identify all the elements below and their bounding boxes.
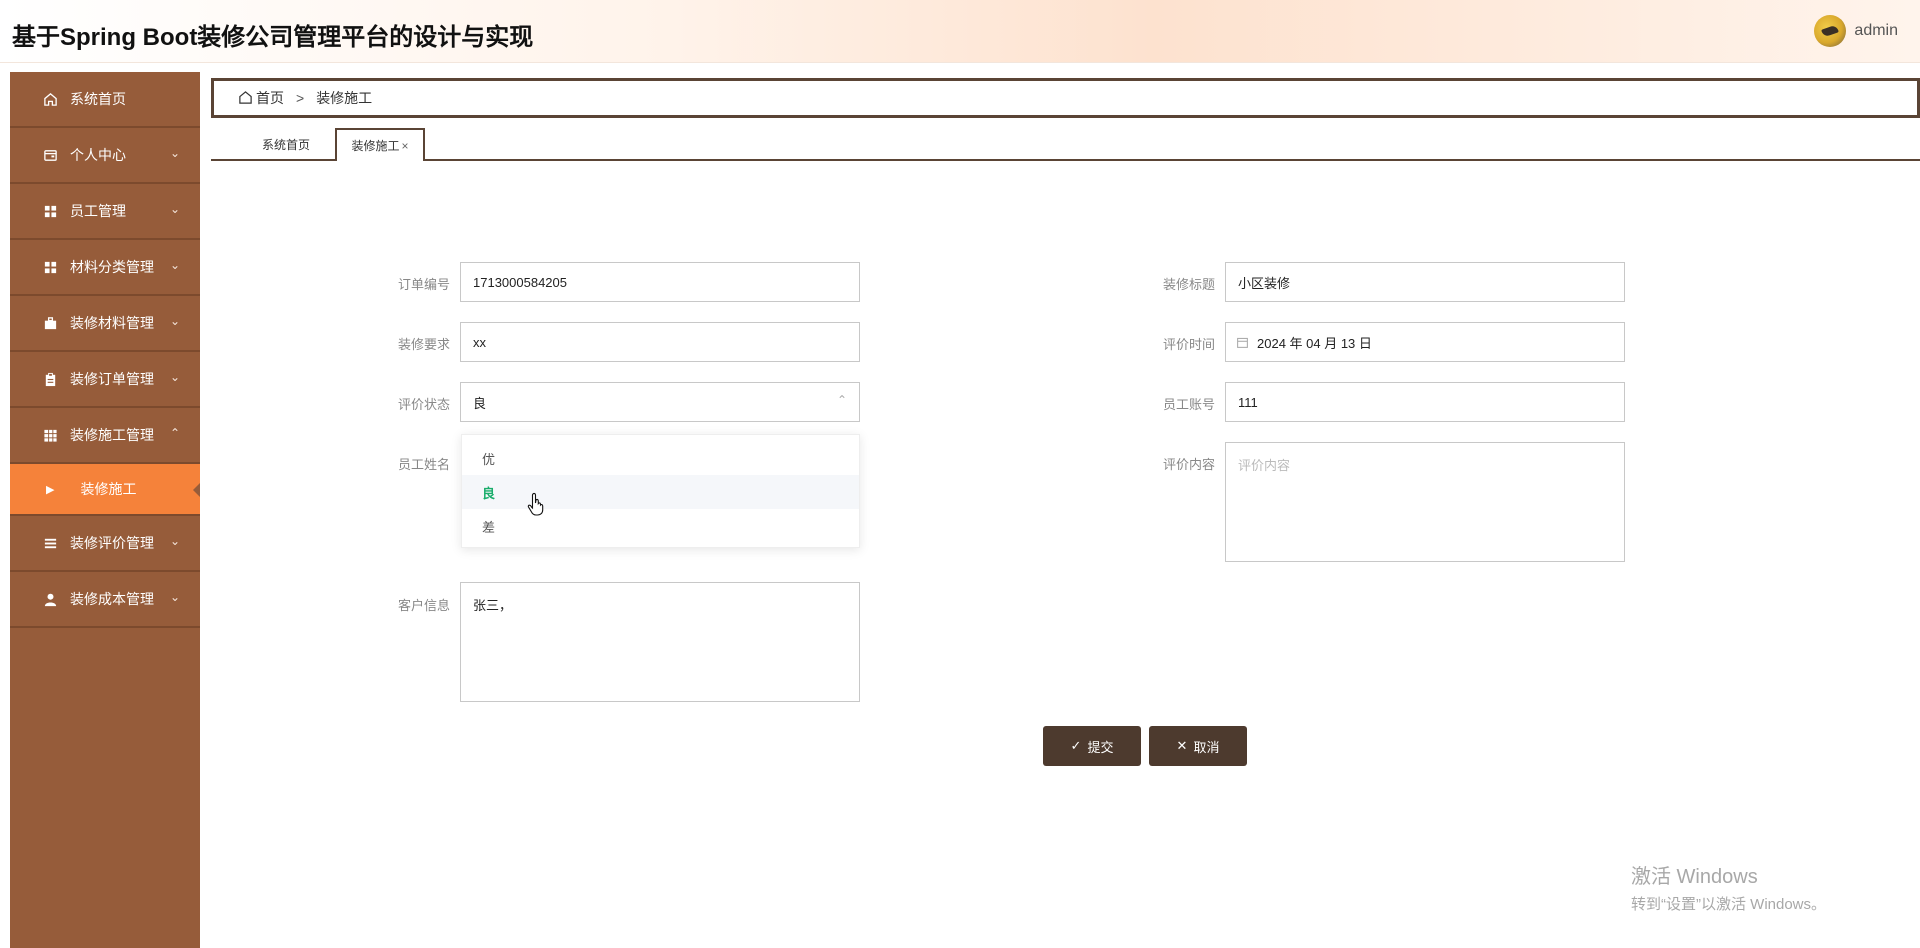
chevron-down-icon: ⌄ <box>169 314 180 328</box>
chevron-down-icon: ⌄ <box>169 534 180 548</box>
sidebar-item-label: 材料分类管理 <box>70 259 154 275</box>
eval-content-textarea[interactable] <box>1225 442 1625 562</box>
chevron-down-icon: ⌄ <box>169 258 180 272</box>
chevron-down-icon: ⌄ <box>169 370 180 384</box>
sidebar: 系统首页 个人中心 ⌄ 员工管理 ⌄ 材料分类管理 ⌄ 装修材料管理 ⌄ 装修订… <box>10 72 200 948</box>
requirement-label: 装修要求 <box>397 337 450 352</box>
close-icon[interactable]: × <box>402 139 409 153</box>
user-icon <box>42 591 58 607</box>
sidebar-item-label: 员工管理 <box>70 203 126 219</box>
sidebar-item-employee[interactable]: 员工管理 ⌄ <box>10 184 200 240</box>
emp-account-label: 员工账号 <box>1162 397 1215 412</box>
sidebar-item-construction[interactable]: 装修施工管理 ⌃ <box>10 408 200 464</box>
sidebar-item-home[interactable]: 系统首页 <box>10 72 200 128</box>
emp-account-input[interactable] <box>1225 382 1625 422</box>
chevron-down-icon: ⌄ <box>169 146 180 160</box>
watermark-line1: 激活 Windows <box>1631 866 1758 888</box>
order-no-input[interactable] <box>460 262 860 302</box>
avatar[interactable] <box>1814 15 1847 47</box>
sidebar-item-label: 装修评价管理 <box>70 535 154 551</box>
active-pointer <box>193 483 200 497</box>
requirement-input[interactable] <box>460 322 860 362</box>
sidebar-item-order[interactable]: 装修订单管理 ⌄ <box>10 352 200 408</box>
home-icon[interactable] <box>238 90 254 106</box>
list-icon <box>42 535 58 551</box>
windows-activation-watermark: 激活 Windows 转到“设置”以激活 Windows。 <box>1631 860 1826 914</box>
check-icon: ✓ <box>1070 738 1082 753</box>
user-name[interactable]: admin <box>1854 22 1898 40</box>
sidebar-item-label: 个人中心 <box>70 147 126 163</box>
eval-status-select[interactable]: 良 ⌃ <box>460 382 860 422</box>
eval-status-label: 评价状态 <box>397 397 450 412</box>
dropdown-option-selected[interactable]: 良 <box>462 475 859 509</box>
top-header: 基于Spring Boot装修公司管理平台的设计与实现 admin <box>0 0 1920 63</box>
sidebar-item-evaluation[interactable]: 装修评价管理 ⌄ <box>10 516 200 572</box>
sidebar-subitem-construction[interactable]: ▶ 装修施工 <box>10 464 200 516</box>
tab-label: 装修施工 <box>351 139 400 153</box>
cancel-button[interactable]: ✕ 取消 <box>1149 726 1247 766</box>
calendar-icon <box>1236 336 1249 349</box>
sidebar-item-cost[interactable]: 装修成本管理 ⌄ <box>10 572 200 628</box>
dropdown-option[interactable]: 差 <box>462 509 859 543</box>
home-icon <box>42 91 58 107</box>
tab-bar: 系统首页 装修施工 × <box>211 128 1920 161</box>
eval-time-value: 2024 年 04 月 13 日 <box>1257 335 1372 351</box>
customer-info-label: 客户信息 <box>397 598 450 613</box>
briefcase-icon <box>42 315 58 331</box>
order-no-label: 订单编号 <box>397 277 450 292</box>
sidebar-item-label: 装修订单管理 <box>70 371 154 387</box>
sidebar-item-material[interactable]: 装修材料管理 ⌄ <box>10 296 200 352</box>
tab-construction[interactable]: 装修施工 × <box>335 128 425 161</box>
submit-button[interactable]: ✓ 提交 <box>1043 726 1141 766</box>
title-input[interactable] <box>1225 262 1625 302</box>
eval-status-dropdown: 优 良 差 <box>461 434 860 548</box>
caret-right-icon: ▶ <box>46 483 55 496</box>
watermark-line2: 转到“设置”以激活 Windows。 <box>1631 896 1827 913</box>
chevron-down-icon: ⌄ <box>169 590 180 604</box>
grid-icon <box>42 203 58 219</box>
user-menu[interactable]: admin <box>1814 15 1898 47</box>
submit-label: 提交 <box>1087 739 1114 755</box>
chevron-down-icon: ⌄ <box>169 202 180 216</box>
sidebar-item-material-category[interactable]: 材料分类管理 ⌄ <box>10 240 200 296</box>
grid-icon <box>42 259 58 275</box>
hand-cursor-icon <box>527 492 544 516</box>
breadcrumb-separator: > <box>296 90 305 106</box>
wallet-icon <box>42 147 58 163</box>
eval-status-value: 良 <box>473 395 487 411</box>
sidebar-item-label: 系统首页 <box>70 91 126 107</box>
sidebar-item-label: 装修施工管理 <box>70 427 154 443</box>
chevron-up-icon: ⌃ <box>169 426 180 440</box>
title-label: 装修标题 <box>1162 277 1215 292</box>
sidebar-item-label: 装修成本管理 <box>70 591 154 607</box>
sidebar-item-label: 装修材料管理 <box>70 315 154 331</box>
emp-name-label: 员工姓名 <box>397 457 450 472</box>
sidebar-subitem-label: 装修施工 <box>80 481 137 497</box>
eval-time-label: 评价时间 <box>1162 337 1215 352</box>
breadcrumb: 首页 > 装修施工 <box>211 78 1920 118</box>
eval-content-label: 评价内容 <box>1162 457 1215 472</box>
breadcrumb-home[interactable]: 首页 <box>256 88 284 108</box>
clipboard-icon <box>42 371 58 387</box>
cancel-label: 取消 <box>1193 739 1220 755</box>
breadcrumb-current: 装修施工 <box>316 90 373 106</box>
sidebar-item-personal-center[interactable]: 个人中心 ⌄ <box>10 128 200 184</box>
app-title: 基于Spring Boot装修公司管理平台的设计与实现 <box>12 24 534 51</box>
eval-time-picker[interactable]: 2024 年 04 月 13 日 <box>1225 322 1625 362</box>
table-icon <box>42 427 58 443</box>
close-icon: ✕ <box>1176 738 1188 753</box>
tab-label: 系统首页 <box>261 138 310 152</box>
customer-info-textarea[interactable] <box>460 582 860 702</box>
chevron-up-icon: ⌃ <box>836 393 847 407</box>
tab-home[interactable]: 系统首页 <box>251 128 321 161</box>
dropdown-option[interactable]: 优 <box>462 441 859 475</box>
